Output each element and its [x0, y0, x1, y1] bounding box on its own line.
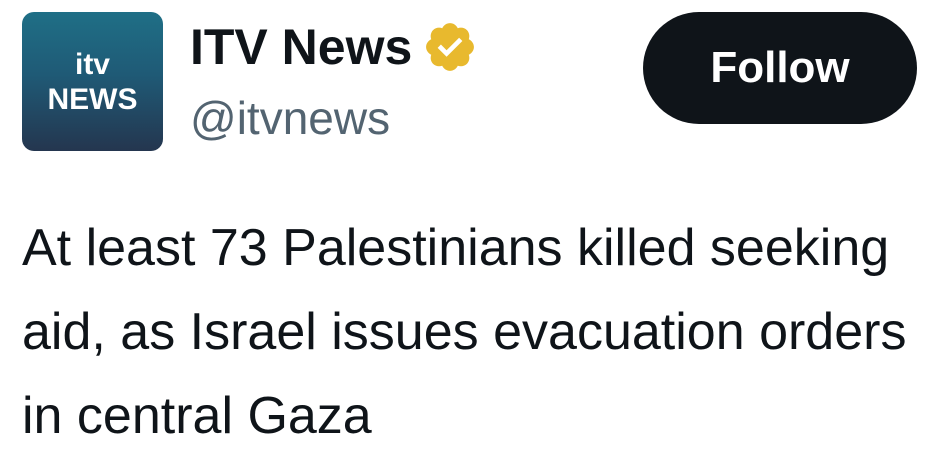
follow-button[interactable]: Follow [643, 12, 917, 124]
avatar-news-logo-text: NEWS [47, 83, 138, 116]
avatar-itv-logo-text: itv [74, 48, 110, 81]
display-name[interactable]: ITV News [190, 16, 412, 78]
avatar[interactable]: itv NEWS [22, 12, 163, 151]
handle[interactable]: @itvnews [190, 90, 390, 146]
verified-badge-icon[interactable] [422, 19, 478, 75]
name-row: ITV News [190, 16, 478, 78]
tweet-text: At least 73 Palestinians killed seeking … [22, 219, 907, 445]
